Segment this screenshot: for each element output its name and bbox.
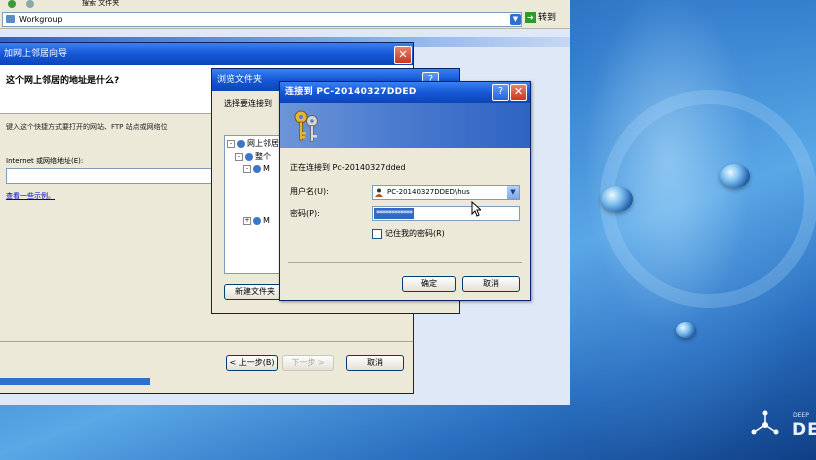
deepin-brand: DE [792,420,816,440]
wizard-title: 加网上邻居向导 [0,43,413,65]
go-label: 转到 [538,13,557,23]
keys-icon [294,110,318,142]
remember-password-checkbox[interactable]: 记住我的密码(R) [372,228,445,239]
expand-icon[interactable]: + [243,216,251,225]
connect-banner [280,103,530,148]
tree-item[interactable]: - 网上邻居 [227,138,279,149]
address-input[interactable]: Workgroup ▼ [2,12,522,27]
forward-icon[interactable] [26,0,34,8]
water-drop [720,164,750,188]
password-value: ************ [374,208,414,219]
username-combobox[interactable]: PC-20140327DDED\hus ▼ [372,185,520,200]
connect-help-button[interactable]: ? [492,84,509,101]
back-icon[interactable] [8,0,16,8]
network-icon [237,139,245,148]
next-button[interactable]: 下一步 > [282,355,334,371]
go-arrow-icon: ➜ [525,12,536,23]
chevron-down-icon[interactable]: ▼ [507,186,519,199]
folder-tree[interactable]: - 网上邻居 - 整个 -M + M [224,135,286,274]
remember-label: 记住我的密码(R) [385,229,445,238]
examples-link[interactable]: 查看一些示例。 [6,191,55,201]
water-drop [601,186,633,212]
deepin-logo-icon [751,410,779,435]
connect-dialog: 连接到 PC-20140327DDED ? ✕ 正在连接到 Pc-2014032… [279,81,531,301]
network-icon [253,164,261,173]
wizard-description: 键入这个快捷方式要打开的网站、FTP 站点或网络位 [6,123,168,131]
water-drop [676,322,696,338]
connect-cancel-button[interactable]: 取消 [462,276,520,292]
wizard-divider [0,341,413,342]
connect-divider [288,262,522,263]
globe-icon [245,152,253,161]
address-label: Internet 或网络地址(E): [6,157,84,165]
ok-button[interactable]: 确定 [402,276,456,292]
toolbar-text[interactable]: 搜索 文件夹 [82,0,119,8]
back-button[interactable]: < 上一步(B) [226,355,278,371]
mouse-cursor-icon [471,201,481,217]
connect-status: 正在连接到 Pc-20140327dded [290,163,406,172]
tree-item[interactable]: - 整个 [235,151,271,162]
username-value: PC-20140327DDED\hus [387,188,470,196]
wizard-question: 这个网上邻居的地址是什么? [6,76,120,86]
deepin-small-label: DEEP [793,412,809,419]
collapse-icon[interactable]: - [235,152,243,161]
address-dropdown-icon[interactable]: ▼ [510,14,521,25]
tree-item[interactable]: + M [243,216,270,225]
wizard-close-button[interactable]: ✕ [394,46,412,64]
wizard-cancel-button[interactable]: 取消 [346,355,404,371]
network-icon [253,216,261,225]
wizard-progress [0,378,150,385]
password-label: 密码(P): [290,209,320,218]
new-folder-button[interactable]: 新建文件夹 [224,284,286,300]
collapse-icon[interactable]: - [243,164,251,173]
connect-close-button[interactable]: ✕ [510,84,527,101]
tree-item[interactable]: -M [243,164,270,173]
username-label: 用户名(U): [290,187,329,196]
browse-prompt: 选择要连接到 [224,99,272,108]
go-button[interactable]: ➜ 转到 [525,11,565,26]
checkbox-icon[interactable] [372,228,382,239]
workgroup-icon [6,15,15,23]
address-bar: Workgroup ▼ ➜ 转到 [0,10,570,29]
collapse-icon[interactable]: - [227,139,235,148]
password-field[interactable]: ************ [372,206,520,221]
user-icon [375,188,383,197]
address-text: Workgroup [19,15,63,24]
